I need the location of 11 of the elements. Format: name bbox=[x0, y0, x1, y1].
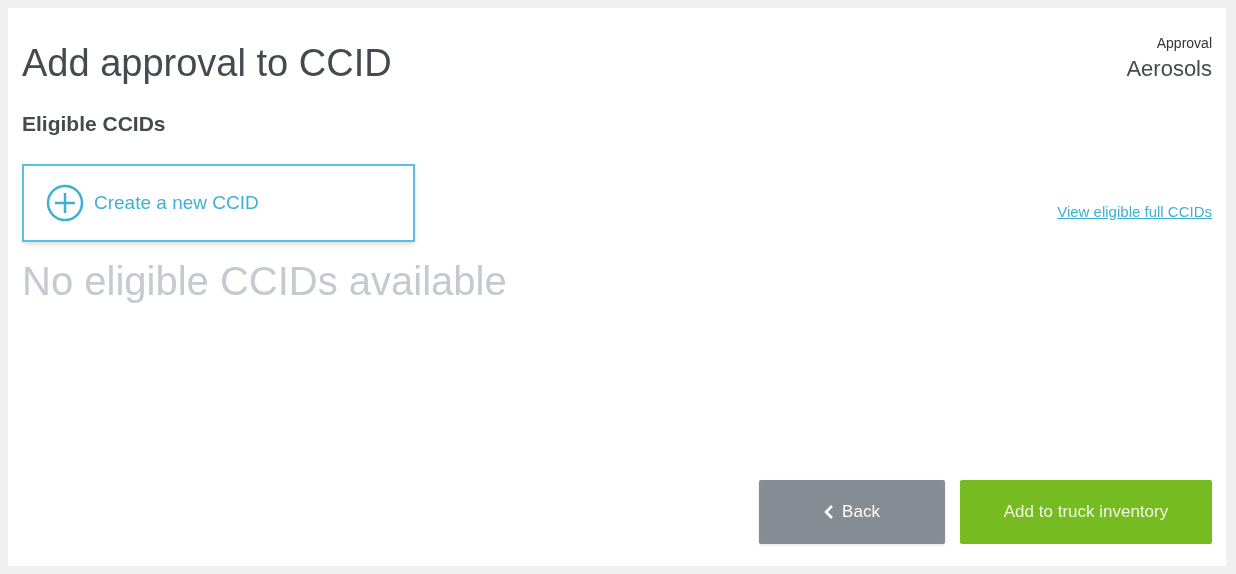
section-heading: Eligible CCIDs bbox=[22, 111, 167, 137]
add-to-inventory-button[interactable]: Add to truck inventory bbox=[960, 480, 1212, 544]
page-title: Add approval to CCID bbox=[22, 41, 392, 86]
back-button[interactable]: Back bbox=[759, 480, 945, 544]
view-eligible-link[interactable]: View eligible full CCIDs bbox=[1057, 200, 1212, 224]
plus-circle-icon bbox=[46, 184, 84, 222]
chevron-left-icon bbox=[824, 504, 835, 520]
approval-value: Aerosols bbox=[1126, 55, 1212, 83]
approval-label: Approval bbox=[1156, 34, 1212, 52]
create-ccid-button[interactable]: Create a new CCID bbox=[22, 164, 415, 242]
empty-message: No eligible CCIDs available bbox=[22, 258, 508, 305]
